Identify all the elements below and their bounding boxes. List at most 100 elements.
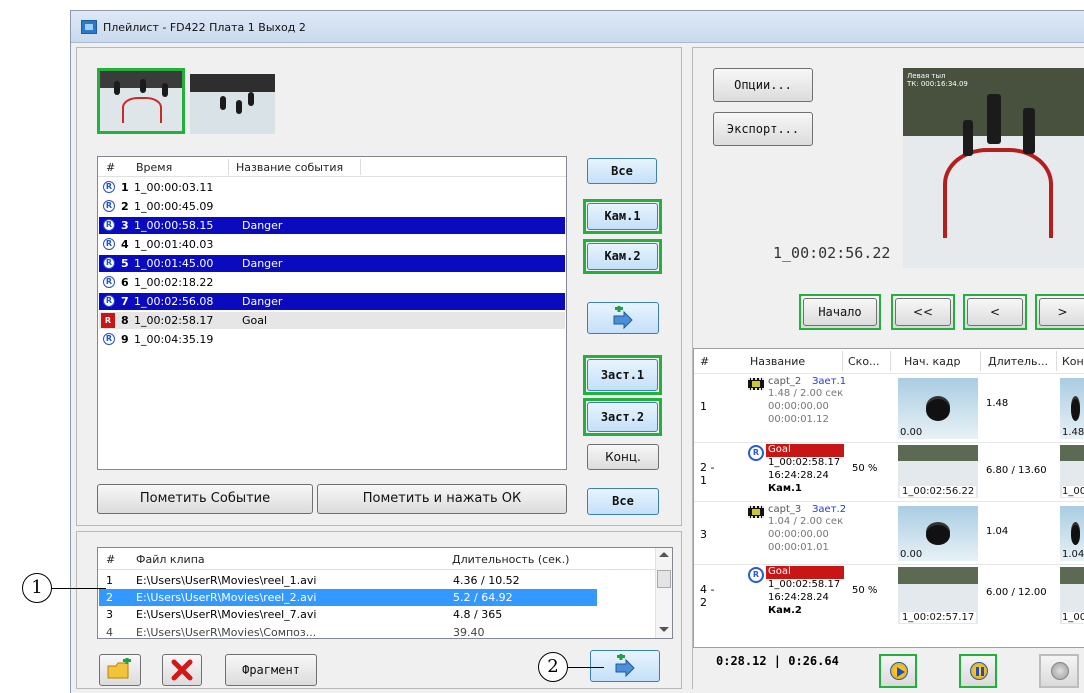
export-button[interactable]: Экспорт... <box>713 112 813 146</box>
start-frame-thumbnail: 1_00:02:56.22 <box>898 445 978 498</box>
frame-caption: 0.00 <box>900 549 923 560</box>
scroll-down-icon[interactable] <box>659 627 669 632</box>
event-row[interactable]: R 7 1_00:02:56.08 Danger <box>99 293 565 310</box>
playlist-row[interactable]: 2 - 1 R Goal 1_00:02:58.17 16:24:28.24 Кам.1 5… <box>694 442 1084 501</box>
camera-thumbnail-2[interactable] <box>190 74 275 134</box>
playlist-row[interactable]: 3 capt_3 Зает.2 1.04 / 2.00 сек 00:00:00.00 0… <box>694 501 1084 564</box>
preview-video: Левая тыл ТК: 000:16:34.09 <box>903 68 1084 268</box>
event-row[interactable]: R 5 1_00:01:45.00 Danger <box>99 255 565 272</box>
rewind-button[interactable]: << <box>895 298 951 326</box>
events-list[interactable]: # Время Название события R 1 1_00:00:03.11… <box>97 156 567 470</box>
zast1-button[interactable]: Заст.1 <box>587 359 658 391</box>
add-file-to-playlist-button[interactable] <box>590 650 660 682</box>
end-caption: 1_00: <box>1062 612 1084 623</box>
pause-button[interactable] <box>959 654 997 688</box>
end-frame-thumbnail: 1.48 <box>1060 378 1084 439</box>
event-num: 2 <box>121 200 129 213</box>
col-file-num: # <box>106 553 116 566</box>
event-row[interactable]: R 9 1_00:04:35.19 <box>99 331 565 348</box>
start-frame-thumbnail: 0.00 <box>898 506 978 561</box>
playlist-row[interactable]: 1 capt_2 Зает.1 1.48 / 2.00 сек 00:00:00.00 0… <box>694 373 1084 442</box>
event-row[interactable]: R 6 1_00:02:18.22 <box>99 274 565 291</box>
end-caption: 1_00: <box>1062 486 1084 497</box>
event-row[interactable]: R 4 1_00:01:40.03 <box>99 236 565 253</box>
all-events-bottom-button[interactable]: Все <box>587 488 659 515</box>
files-panel: # Файл клипа Длительность (сек.) 1 E:\Use… <box>76 531 682 689</box>
event-time: 1_00:02:56.08 <box>134 295 214 308</box>
event-name: Danger <box>242 257 283 270</box>
events-panel: # Время Название события R 1 1_00:00:03.11… <box>76 47 682 526</box>
record-icon <box>1051 662 1069 680</box>
event-row[interactable]: R 8 1_00:02:58.17 Goal <box>99 312 565 329</box>
event-row[interactable]: R 1 1_00:00:03.11 <box>99 179 565 196</box>
options-button[interactable]: Опции... <box>713 68 813 102</box>
scroll-up-icon[interactable] <box>659 552 669 557</box>
record-marker-icon: R <box>103 181 115 193</box>
goal-label: Goal <box>766 444 844 457</box>
event-time: 1_00:00:03.11 <box>134 181 214 194</box>
pl-line3: 16:24:28.24 <box>768 592 829 603</box>
event-time: 1_00:00:45.09 <box>134 200 214 213</box>
mark-and-ok-button[interactable]: Пометить и нажать ОК <box>317 484 567 514</box>
fragment-button[interactable]: Фрагмент <box>225 654 317 686</box>
record-marker-icon: R <box>103 238 115 250</box>
event-time: 1_00:01:40.03 <box>134 238 214 251</box>
files-list[interactable]: # Файл клипа Длительность (сек.) 1 E:\Use… <box>97 547 673 639</box>
files-scrollbar[interactable] <box>655 548 672 638</box>
camera-thumbnail-1[interactable] <box>97 68 185 134</box>
open-folder-button[interactable] <box>99 654 141 686</box>
event-time: 1_00:02:18.22 <box>134 276 214 289</box>
event-time: 1_00:01:45.00 <box>134 257 214 270</box>
play-button[interactable] <box>879 654 917 688</box>
end-caption: 1.04 <box>1062 549 1084 560</box>
file-num: 2 <box>106 591 113 604</box>
col-file-duration: Длительность (сек.) <box>452 553 570 566</box>
col-pl-start-frame: Нач. кадр <box>904 355 961 368</box>
next-button[interactable]: > <box>1039 298 1084 326</box>
playlist-window: Плейлист - FD422 Плата 1 Выход 2 # Время… <box>70 10 1084 693</box>
file-row-selected[interactable]: 2 E:\Users\UserR\Movies\reel_2.avi 5.2 / 6… <box>99 589 597 606</box>
event-num: 3 <box>121 219 129 232</box>
app-icon <box>81 20 97 34</box>
pl-speed: 50 % <box>852 585 878 596</box>
event-row[interactable]: R 3 1_00:00:58.15 Danger <box>99 217 565 234</box>
add-to-playlist-button[interactable] <box>587 302 659 334</box>
end-frame-thumbnail: 1_00: <box>1060 567 1084 624</box>
zast2-button[interactable]: Заст.2 <box>587 402 658 432</box>
record-button[interactable] <box>1039 654 1079 688</box>
event-num: 1 <box>121 181 129 194</box>
playlist-table[interactable]: # Название Ско... Нач. кадр Длитель... К… <box>693 348 1084 648</box>
playlist-row[interactable]: 4 - 2 R Goal 1_00:02:58.17 16:24:28.24 Кам.2 5… <box>694 564 1084 627</box>
scroll-thumb[interactable] <box>657 570 671 588</box>
delete-button[interactable] <box>162 654 202 686</box>
all-events-button[interactable]: Все <box>587 158 657 184</box>
film-icon <box>748 506 764 518</box>
cam1-button[interactable]: Кам.1 <box>587 203 658 230</box>
file-row[interactable]: 1 E:\Users\UserR\Movies\reel_1.avi 4.36 / … <box>99 572 654 589</box>
event-name: Danger <box>242 295 283 308</box>
add-arrow-icon <box>615 653 635 678</box>
window-title: Плейлист - FD422 Плата 1 Выход 2 <box>103 21 306 34</box>
file-num: 1 <box>106 574 113 587</box>
pl-duration: 6.00 / 12.00 <box>986 587 1047 598</box>
pl-line4: Кам.2 <box>768 605 802 616</box>
record-marker-icon: R <box>103 219 115 231</box>
event-row[interactable]: R 2 1_00:00:45.09 <box>99 198 565 215</box>
event-num: 5 <box>121 257 129 270</box>
pl-line3: 00:00:00.00 <box>768 529 829 540</box>
record-marker-icon: R <box>103 200 115 212</box>
add-arrow-icon <box>613 305 633 330</box>
prev-button[interactable]: < <box>967 298 1023 326</box>
konc-button[interactable]: Конц. <box>587 444 659 470</box>
mark-event-button[interactable]: Пометить Событие <box>97 484 313 514</box>
pl-line2: 1.04 / 2.00 сек <box>768 516 844 527</box>
col-num: # <box>106 161 116 174</box>
pl-line2: 1.48 / 2.00 сек <box>768 388 844 399</box>
start-button[interactable]: Начало <box>803 298 877 326</box>
cam2-button[interactable]: Кам.2 <box>587 243 658 270</box>
pl-line3: 00:00:00.00 <box>768 401 829 412</box>
pl-line3: 16:24:28.24 <box>768 470 829 481</box>
pl-line4: 00:00:01.12 <box>768 414 829 425</box>
pl-num: 1 <box>700 400 707 413</box>
file-row[interactable]: 3 E:\Users\UserR\Movies\reel_7.avi 4.8 / 3… <box>99 606 654 623</box>
